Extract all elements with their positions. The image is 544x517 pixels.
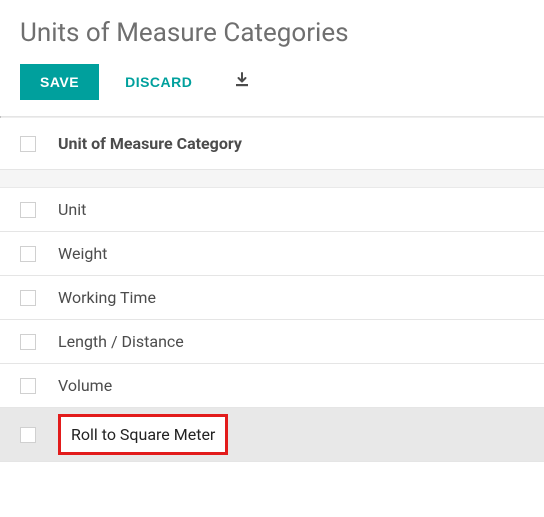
row-checkbox[interactable] xyxy=(20,334,36,350)
table-row[interactable]: Unit xyxy=(0,188,544,232)
table-header-row: Unit of Measure Category xyxy=(0,118,544,170)
category-cell[interactable]: Length / Distance xyxy=(58,332,184,351)
table-row[interactable]: Working Time xyxy=(0,276,544,320)
table-row[interactable]: Length / Distance xyxy=(0,320,544,364)
row-checkbox[interactable] xyxy=(20,290,36,306)
save-button[interactable]: Save xyxy=(20,64,99,100)
list-gap xyxy=(0,170,544,188)
export-button[interactable] xyxy=(222,66,262,99)
row-checkbox[interactable] xyxy=(20,202,36,218)
select-all-checkbox[interactable] xyxy=(20,136,36,152)
category-input[interactable]: Roll to Square Meter xyxy=(58,414,228,455)
row-checkbox[interactable] xyxy=(20,378,36,394)
page-title: Units of Measure Categories xyxy=(20,18,524,48)
category-cell[interactable]: Unit xyxy=(58,200,86,219)
row-checkbox[interactable] xyxy=(20,246,36,262)
download-icon xyxy=(234,75,250,92)
table-row[interactable]: Roll to Square Meter xyxy=(0,408,544,462)
table-body: Unit Weight Working Time Length / Distance V… xyxy=(0,188,544,462)
table-row[interactable]: Volume xyxy=(0,364,544,408)
toolbar: Save Discard xyxy=(20,64,524,116)
category-cell[interactable]: Working Time xyxy=(58,288,156,307)
row-checkbox[interactable] xyxy=(20,427,36,443)
category-cell[interactable]: Weight xyxy=(58,244,107,263)
category-cell[interactable]: Volume xyxy=(58,376,112,395)
discard-button[interactable]: Discard xyxy=(107,64,210,100)
table-row[interactable]: Weight xyxy=(0,232,544,276)
column-header-category[interactable]: Unit of Measure Category xyxy=(58,134,242,153)
